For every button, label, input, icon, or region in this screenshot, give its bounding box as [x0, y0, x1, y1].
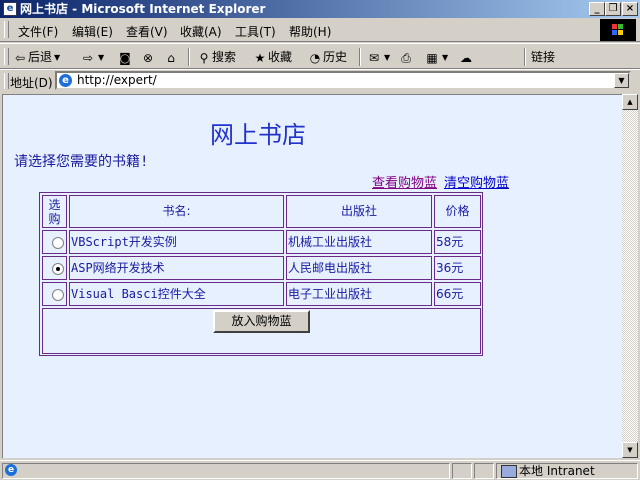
- favorites-folder-icon: ★: [254, 50, 266, 65]
- menu-view[interactable]: 查看(V): [126, 23, 168, 40]
- book-price-3: 66元: [434, 282, 481, 306]
- book-title-1: VBScript开发实例: [69, 230, 284, 254]
- back-dropdown-icon[interactable]: ▼: [54, 49, 60, 67]
- history-button[interactable]: ◔ 历史: [307, 48, 347, 66]
- forward-button[interactable]: ⇨ ▼: [80, 48, 104, 66]
- page-title: 网上书店: [210, 121, 306, 149]
- ie-app-icon[interactable]: e: [3, 2, 17, 16]
- minimize-button[interactable]: _: [589, 2, 605, 16]
- mail-button[interactable]: ✉ ▼: [366, 48, 390, 66]
- restore-button[interactable]: ❐: [605, 2, 621, 16]
- search-button[interactable]: ⚲ 搜索: [196, 48, 236, 66]
- header-select: 选购: [42, 195, 67, 228]
- print-icon: ⎙: [401, 50, 411, 65]
- table-row-select-cell: [42, 282, 67, 306]
- menu-edit[interactable]: 编辑(E): [72, 23, 113, 40]
- clear-cart-link[interactable]: 清空购物蓝: [444, 172, 509, 191]
- book-publisher-3: 电子工业出版社: [286, 282, 432, 306]
- mail-icon: ✉: [368, 50, 380, 65]
- address-dropdown-button[interactable]: ▼: [614, 73, 629, 88]
- mail-dropdown-icon[interactable]: ▼: [384, 49, 390, 67]
- address-grip[interactable]: [4, 73, 9, 89]
- menu-grip[interactable]: [4, 21, 9, 38]
- status-bar: e 本地 Intranet: [0, 460, 640, 480]
- book-publisher-2: 人民邮电出版社: [286, 256, 432, 280]
- edit-page-icon: ▦: [426, 50, 438, 65]
- vertical-scrollbar[interactable]: ▲ ▼: [622, 94, 638, 458]
- stop-button[interactable]: ◙: [117, 48, 133, 66]
- menu-bar: 文件(F) 编辑(E) 查看(V) 收藏(A) 工具(T) 帮助(H): [0, 18, 640, 42]
- scroll-up-button[interactable]: ▲: [622, 94, 638, 110]
- menu-tools[interactable]: 工具(T): [235, 23, 276, 40]
- edit-dropdown-icon[interactable]: ▼: [442, 49, 448, 67]
- book-title-2: ASP网络开发技术: [69, 256, 284, 280]
- address-label: 地址(D): [10, 76, 53, 90]
- favorites-button[interactable]: ★ 收藏: [252, 48, 292, 66]
- status-pane-lock: [474, 463, 494, 479]
- table-row-select-cell: [42, 230, 67, 254]
- zone-label: 本地 Intranet: [519, 464, 595, 478]
- status-zone-pane: 本地 Intranet: [496, 463, 638, 479]
- scroll-down-button[interactable]: ▼: [622, 442, 638, 458]
- toolbar-grip[interactable]: [4, 48, 9, 65]
- stop-icon: ◙: [119, 50, 131, 65]
- toolbar-separator: [524, 48, 526, 66]
- address-bar: 地址(D) e http://expert/ ▼: [0, 69, 640, 92]
- book-radio-3[interactable]: [52, 289, 64, 301]
- forward-arrow-icon: ⇨: [82, 50, 94, 65]
- header-publisher: 出版社: [286, 195, 432, 228]
- discuss-icon: ☁: [460, 50, 472, 65]
- page-content: 网上书店 请选择您需要的书籍! 查看购物蓝 清空购物蓝 选购 书名: 出版社 价…: [2, 94, 622, 458]
- title-bar: e 网上书店 - Microsoft Internet Explorer _ ❐…: [0, 0, 640, 18]
- close-button[interactable]: ×: [622, 2, 638, 16]
- window-title: 网上书店 - Microsoft Internet Explorer: [20, 2, 266, 16]
- add-to-cart-button[interactable]: 放入购物蓝: [213, 310, 310, 333]
- menu-help[interactable]: 帮助(H): [289, 23, 331, 40]
- book-radio-1[interactable]: [52, 237, 64, 249]
- links-button[interactable]: 链接: [531, 48, 555, 66]
- address-url[interactable]: http://expert/: [77, 73, 157, 88]
- menu-favorites[interactable]: 收藏(A): [180, 23, 222, 40]
- book-price-1: 58元: [434, 230, 481, 254]
- book-price-2: 36元: [434, 256, 481, 280]
- page-status-icon: e: [5, 464, 17, 476]
- back-arrow-icon: ⇦: [14, 50, 26, 65]
- address-input[interactable]: e http://expert/ ▼: [55, 71, 631, 90]
- back-button[interactable]: ⇦ 后退 ▼: [12, 48, 60, 66]
- book-publisher-1: 机械工业出版社: [286, 230, 432, 254]
- edit-button[interactable]: ▦ ▼: [424, 48, 448, 66]
- standard-toolbar: ⇦ 后退 ▼ ⇨ ▼ ◙ ⊗ ⌂ ⚲ 搜索 ★ 收藏 ◔ 历史 ✉ ▼ ⎙ ▦ ▼ ☁ 链接: [0, 43, 640, 69]
- windows-flag-icon: [612, 24, 624, 36]
- discuss-button[interactable]: ☁: [458, 48, 474, 66]
- toolbar-separator: [359, 48, 361, 66]
- header-price: 价格: [434, 195, 481, 228]
- header-title: 书名:: [69, 195, 284, 228]
- refresh-icon: ⊗: [142, 50, 154, 65]
- forward-dropdown-icon[interactable]: ▼: [98, 49, 104, 67]
- print-button[interactable]: ⎙: [398, 48, 414, 66]
- select-books-prompt: 请选择您需要的书籍!: [14, 154, 149, 170]
- book-title-3: Visual Basci控件大全: [69, 282, 284, 306]
- history-icon: ◔: [309, 50, 321, 65]
- home-icon: ⌂: [167, 50, 175, 65]
- search-icon: ⚲: [199, 50, 209, 65]
- page-ie-icon: e: [59, 74, 72, 87]
- intranet-zone-icon: [501, 465, 517, 478]
- windows-logo: [600, 19, 636, 41]
- refresh-button[interactable]: ⊗: [140, 48, 156, 66]
- status-text-pane: e: [2, 463, 450, 479]
- toolbar-separator: [188, 48, 190, 66]
- book-radio-2[interactable]: [52, 263, 64, 275]
- status-pane-progress: [452, 463, 472, 479]
- table-row-select-cell: [42, 256, 67, 280]
- home-button[interactable]: ⌂: [163, 48, 179, 66]
- view-cart-link[interactable]: 查看购物蓝: [372, 172, 437, 191]
- menu-file[interactable]: 文件(F): [18, 23, 58, 40]
